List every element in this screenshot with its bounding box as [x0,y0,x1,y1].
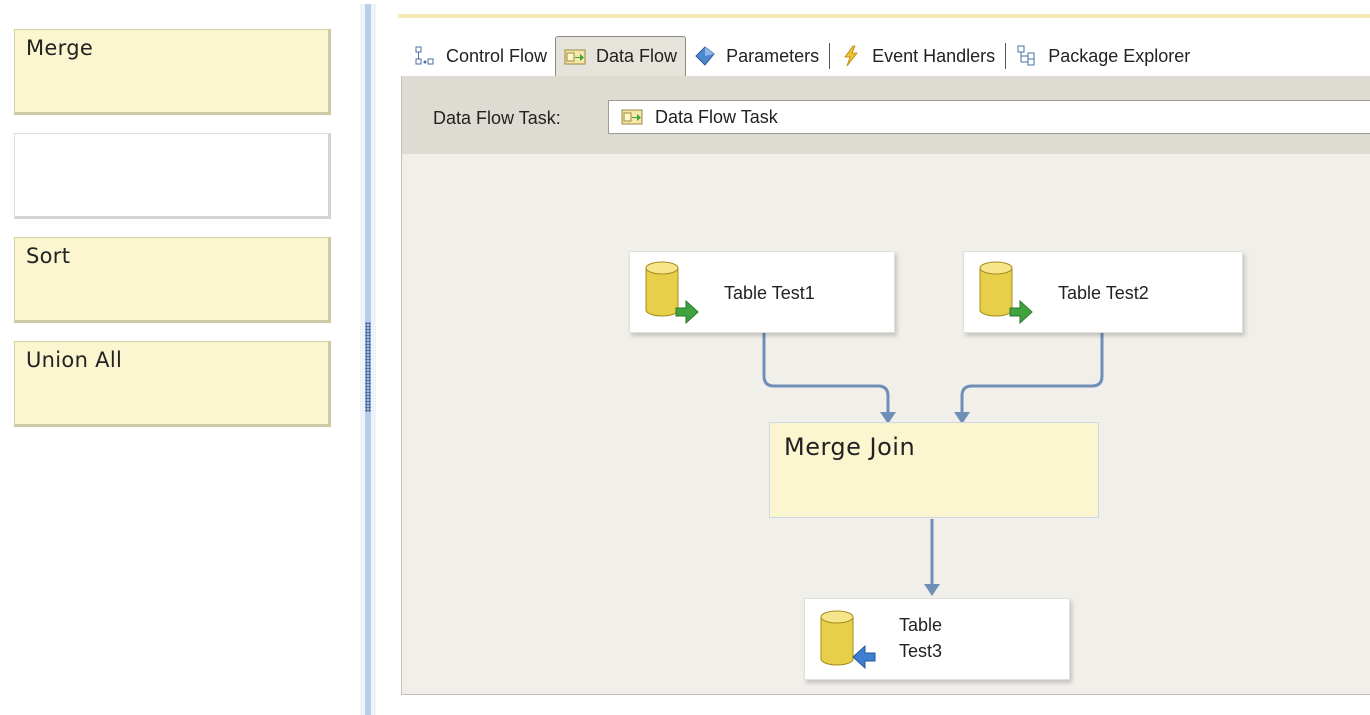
component-label-line1: Table [899,615,943,635]
tab-parameters[interactable]: Parameters [686,38,827,74]
package-explorer-icon [1016,45,1038,67]
component-label: Table Test2 [1058,283,1149,303]
answer-box-label: Merge [26,36,94,60]
designer-top-strip [398,14,1370,18]
source-table-test1[interactable]: Table Test1 [629,251,895,333]
database-source-icon [979,261,1033,325]
path-arrow-test2-to-merge [960,332,1104,416]
component-label-line2: Test3 [899,641,943,661]
path-arrow-test1-to-merge [762,332,890,416]
splitter-grip-handle[interactable] [365,322,371,412]
database-destination-icon [820,610,876,670]
task-dropdown-value: Data Flow Task [655,106,778,127]
designer-tab-bar: Control Flow Data Flow Parameters Event … [406,36,1198,76]
data-flow-icon [621,106,643,128]
control-flow-icon [414,45,436,67]
data-flow-icon [564,46,586,68]
tab-separator [829,43,831,69]
parameters-icon [694,45,716,67]
data-flow-surface[interactable]: Data Flow Task: Data Flow Task Table Tes… [401,76,1370,695]
destination-table-test3[interactable]: Table Test3 [804,598,1070,680]
tab-data-flow[interactable]: Data Flow [555,36,687,76]
event-handlers-icon [840,45,862,67]
tab-label: Event Handlers [872,45,996,66]
tab-event-handlers[interactable]: Event Handlers [832,38,1003,74]
tab-label: Data Flow [596,46,678,66]
tab-label: Control Flow [446,45,548,66]
package-designer: Control Flow Data Flow Parameters Event … [398,4,1370,715]
data-flow-task-dropdown[interactable]: Data Flow Task [608,100,1370,134]
answer-box-merge[interactable]: Merge [14,29,331,115]
tab-control-flow[interactable]: Control Flow [406,38,555,74]
tab-separator [1005,43,1007,69]
answer-box-empty-slot[interactable] [14,133,331,219]
component-label: Merge Join [784,433,916,461]
data-flow-task-label: Data Flow Task: [433,108,561,128]
tab-label: Parameters [726,45,820,66]
tab-package-explorer[interactable]: Package Explorer [1008,38,1198,74]
tab-label: Package Explorer [1048,45,1191,66]
answer-box-label: Union All [26,348,123,372]
task-selector-bar: Data Flow Task: Data Flow Task [402,76,1370,154]
database-source-icon [645,261,699,325]
answer-box-union-all[interactable]: Union All [14,341,331,427]
merge-join-transform[interactable]: Merge Join [769,422,1099,518]
component-label: Table Test1 [724,283,815,303]
answer-box-label: Sort [26,244,71,268]
source-table-test2[interactable]: Table Test2 [963,251,1243,333]
panel-splitter[interactable] [360,4,376,715]
answer-box-sort[interactable]: Sort [14,237,331,323]
